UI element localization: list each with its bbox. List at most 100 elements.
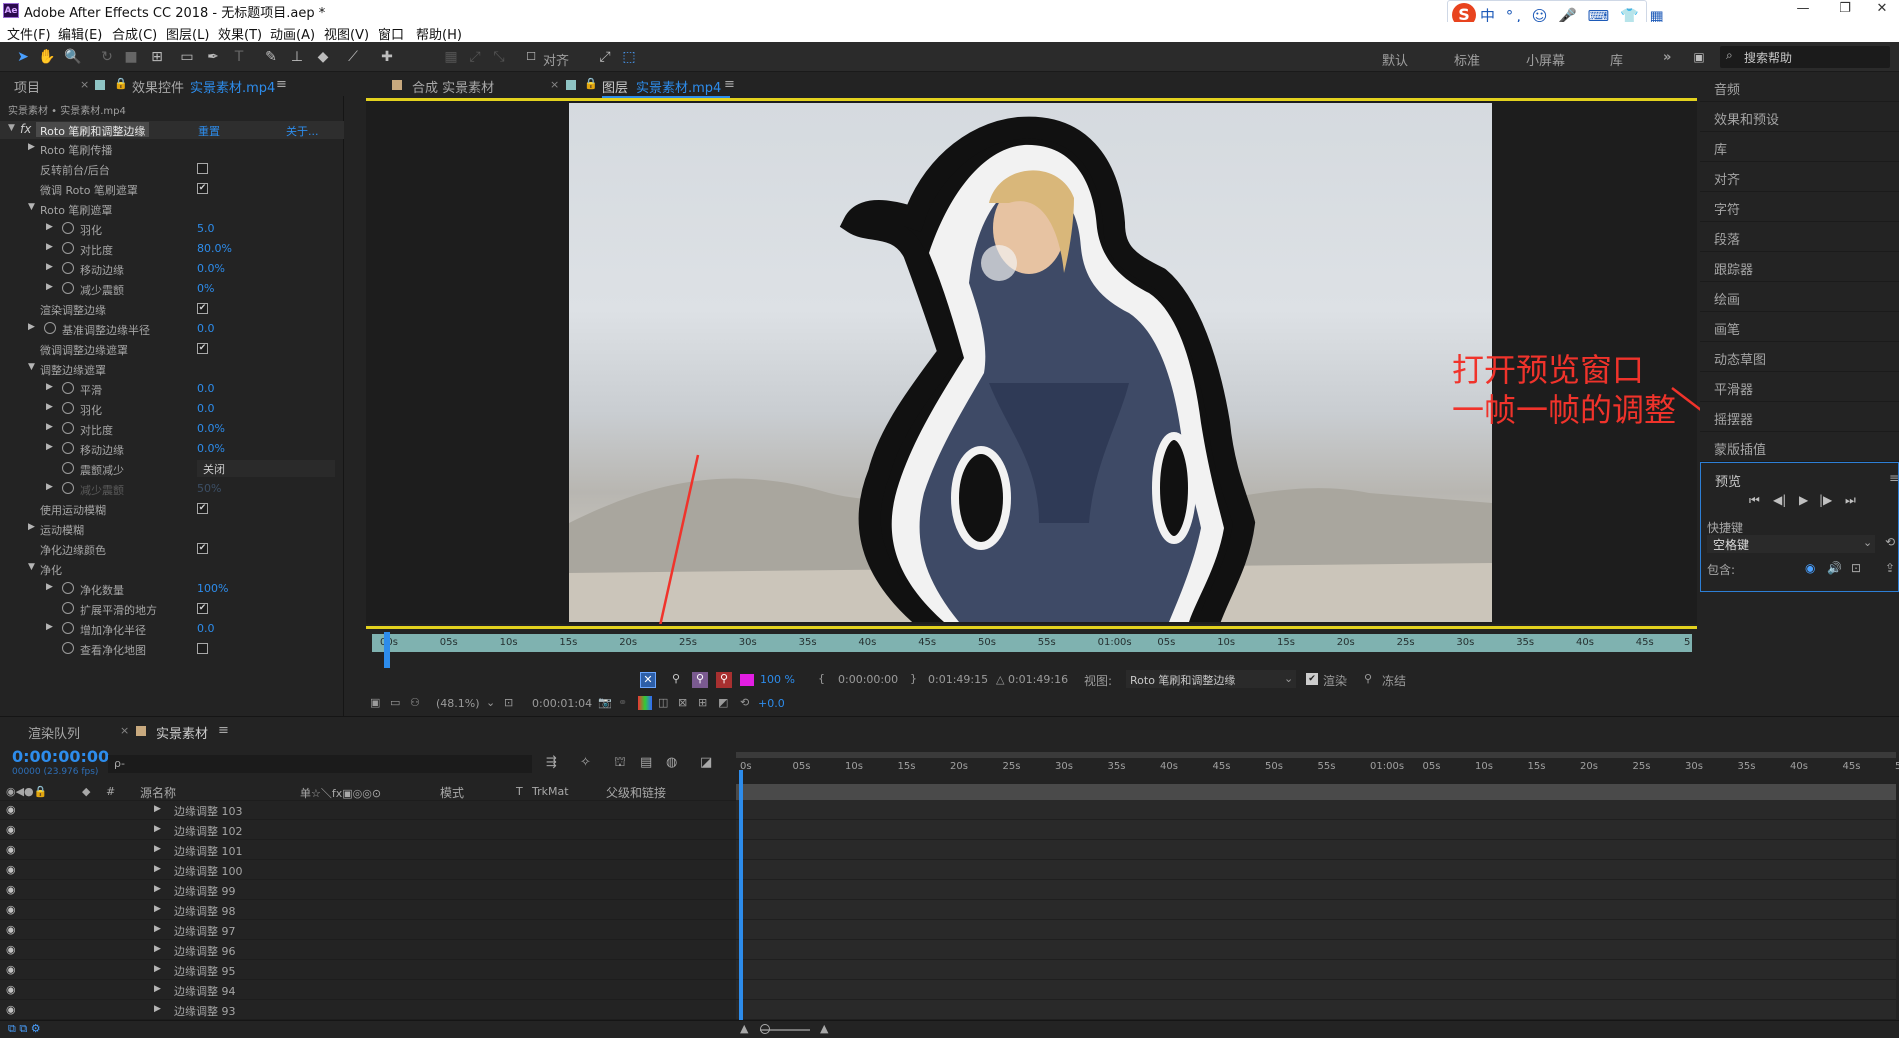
next-frame-button[interactable]: |▶ xyxy=(1819,493,1832,507)
expand-triangle-icon[interactable]: ▶ xyxy=(154,964,161,974)
snapshot-icon[interactable]: 📷 xyxy=(598,696,612,709)
eye-icon[interactable]: ◉ xyxy=(6,843,20,856)
track-row[interactable] xyxy=(736,920,1896,940)
grid-icon[interactable]: ⊞ xyxy=(698,696,707,709)
out-point-icon[interactable]: } xyxy=(910,672,917,685)
expand-triangle-icon[interactable]: ▶ xyxy=(154,864,161,874)
eye-icon[interactable]: ◉ xyxy=(6,903,20,916)
layer-row[interactable]: ◉ ▶ 边缘调整 103 xyxy=(0,800,736,820)
right-panel-item[interactable]: 摇摆器 xyxy=(1700,402,1899,432)
reset-exposure-icon[interactable]: ◩ xyxy=(718,696,728,709)
resolution-icon[interactable]: ⊡ xyxy=(504,696,513,709)
region-interest-icon[interactable]: ◫ xyxy=(658,696,668,709)
eye-icon[interactable]: ◉ xyxy=(6,943,20,956)
expand-triangle-icon[interactable]: ▶ xyxy=(154,804,161,814)
column-source-name[interactable]: 源名称 xyxy=(140,784,176,801)
zoom-slider-handle[interactable] xyxy=(760,1024,770,1034)
in-point-icon[interactable]: { xyxy=(818,672,825,685)
track-row[interactable] xyxy=(736,880,1896,900)
overlay-opacity[interactable]: 100 % xyxy=(760,673,795,686)
layer-row[interactable]: ◉ ▶ 边缘调整 95 xyxy=(0,960,736,980)
include-audio-icon[interactable]: 🔊 xyxy=(1827,561,1842,575)
panel-menu-icon[interactable]: ≡ xyxy=(218,723,229,738)
in-time[interactable]: 0:00:00:00 xyxy=(838,673,898,686)
right-panel-item[interactable]: 跟踪器 xyxy=(1700,252,1899,282)
expand-triangle-icon[interactable]: ▶ xyxy=(154,1004,161,1014)
zoom-level[interactable]: (48.1%) xyxy=(436,697,480,710)
exposure-icon[interactable]: ⟲ xyxy=(740,696,749,709)
column-parent[interactable]: 父级和链接 xyxy=(606,784,666,801)
track-row[interactable] xyxy=(736,980,1896,1000)
alpha-boundary-icon[interactable]: ⚲ xyxy=(716,672,732,688)
eye-icon[interactable]: ◉ xyxy=(6,863,20,876)
right-panel-item[interactable]: 段落 xyxy=(1700,222,1899,252)
column-mode[interactable]: 模式 xyxy=(440,784,464,801)
out-time[interactable]: 0:01:49:15 xyxy=(928,673,988,686)
eye-icon[interactable]: ◉ xyxy=(6,963,20,976)
playhead[interactable] xyxy=(739,770,743,1022)
zoom-in-icon[interactable]: ▲ xyxy=(820,1022,828,1035)
zoom-out-icon[interactable]: ▲ xyxy=(740,1022,748,1035)
draft-3d-icon[interactable]: ✧ xyxy=(580,755,591,770)
layer-row[interactable]: ◉ ▶ 边缘调整 94 xyxy=(0,980,736,1000)
reset-shortcut-icon[interactable]: ⟲ xyxy=(1885,535,1895,549)
track-row[interactable] xyxy=(736,860,1896,880)
right-panel-item[interactable]: 字符 xyxy=(1700,192,1899,222)
track-row[interactable] xyxy=(736,800,1896,820)
right-panel-item[interactable]: 音频 xyxy=(1700,72,1899,102)
motion-blur-icon[interactable]: ◍ xyxy=(666,755,677,770)
graph-editor-icon[interactable]: ◪ xyxy=(700,755,712,770)
right-panel-item[interactable]: 平滑器 xyxy=(1700,372,1899,402)
monitor-icon[interactable]: ▭ xyxy=(390,696,400,709)
close-tab-icon[interactable]: × xyxy=(120,724,129,737)
timeline-tracks[interactable] xyxy=(736,752,1899,1022)
external-preview-icon[interactable]: ⇪ xyxy=(1885,561,1895,575)
tab-timeline-comp[interactable]: 实景素材 xyxy=(156,723,208,742)
track-row[interactable] xyxy=(736,900,1896,920)
propagation-icon[interactable]: ⚲ xyxy=(672,672,680,685)
timeline-ruler[interactable]: 0s 05s 10s 15s 20s 25s 30s 35s 40s 45s 50s 55s 01:00… xyxy=(736,758,1899,776)
current-time-indicator[interactable] xyxy=(384,632,390,668)
expand-triangle-icon[interactable]: ▶ xyxy=(154,984,161,994)
layer-time-ruler[interactable]: 00s05s10s15s20s25s30s35s40s45s50s55s01:0… xyxy=(372,634,1692,652)
timeline-timecode[interactable]: 0:00:00:00 xyxy=(12,747,109,766)
last-frame-button[interactable]: ⏭ xyxy=(1845,493,1856,508)
layer-row[interactable]: ◉ ▶ 边缘调整 98 xyxy=(0,900,736,920)
right-panel-item[interactable]: 动态草图 xyxy=(1700,342,1899,372)
right-panel-item[interactable]: 效果和预设 xyxy=(1700,102,1899,132)
exposure-value[interactable]: +0.0 xyxy=(758,697,785,710)
track-row[interactable] xyxy=(736,940,1896,960)
tab-render-queue[interactable]: 渲染队列 xyxy=(28,723,80,742)
layer-row[interactable]: ◉ ▶ 边缘调整 99 xyxy=(0,880,736,900)
eye-icon[interactable]: ◉ xyxy=(6,983,20,996)
eye-icon[interactable]: ◉ xyxy=(6,803,20,816)
track-row[interactable] xyxy=(736,1000,1896,1020)
eye-icon[interactable]: ◉ xyxy=(6,823,20,836)
comp-flowchart-icon[interactable]: ⧉ ⧉ ⚙ xyxy=(8,1022,41,1036)
track-row[interactable] xyxy=(736,840,1896,860)
layer-row[interactable]: ◉ ▶ 边缘调整 102 xyxy=(0,820,736,840)
layer-search-input[interactable]: ρ- xyxy=(108,755,532,773)
layer-row[interactable]: ◉ ▶ 边缘调整 100 xyxy=(0,860,736,880)
frame-blending-icon[interactable]: ▤ xyxy=(640,755,652,770)
layer-row[interactable]: ◉ ▶ 边缘调整 97 xyxy=(0,920,736,940)
transparency-grid-icon[interactable]: ⊠ xyxy=(678,696,687,709)
layer-row[interactable]: ◉ ▶ 边缘调整 96 xyxy=(0,940,736,960)
show-snapshot-icon[interactable]: ⚭ xyxy=(618,696,627,709)
overlay-color-swatch[interactable] xyxy=(740,674,754,686)
expand-triangle-icon[interactable]: ▶ xyxy=(154,824,161,834)
channel-icon[interactable] xyxy=(638,696,652,710)
right-panel-item[interactable]: 库 xyxy=(1700,132,1899,162)
layer-row[interactable]: ◉ ▶ 边缘调整 93 xyxy=(0,1000,736,1020)
expand-triangle-icon[interactable]: ▶ xyxy=(154,844,161,854)
right-panel-item[interactable]: 蒙版插值 xyxy=(1700,432,1899,462)
mask-view-icon[interactable]: ⚇ xyxy=(410,696,420,709)
first-frame-button[interactable]: ⏮ xyxy=(1749,493,1760,508)
right-panel-item[interactable]: 画笔 xyxy=(1700,312,1899,342)
play-button[interactable]: ▶ xyxy=(1799,493,1808,507)
expand-triangle-icon[interactable]: ▶ xyxy=(154,944,161,954)
track-row[interactable] xyxy=(736,960,1896,980)
previous-frame-button[interactable]: ◀| xyxy=(1773,493,1786,507)
eye-icon[interactable]: ◉ xyxy=(6,923,20,936)
eye-icon[interactable]: ◉ xyxy=(6,883,20,896)
